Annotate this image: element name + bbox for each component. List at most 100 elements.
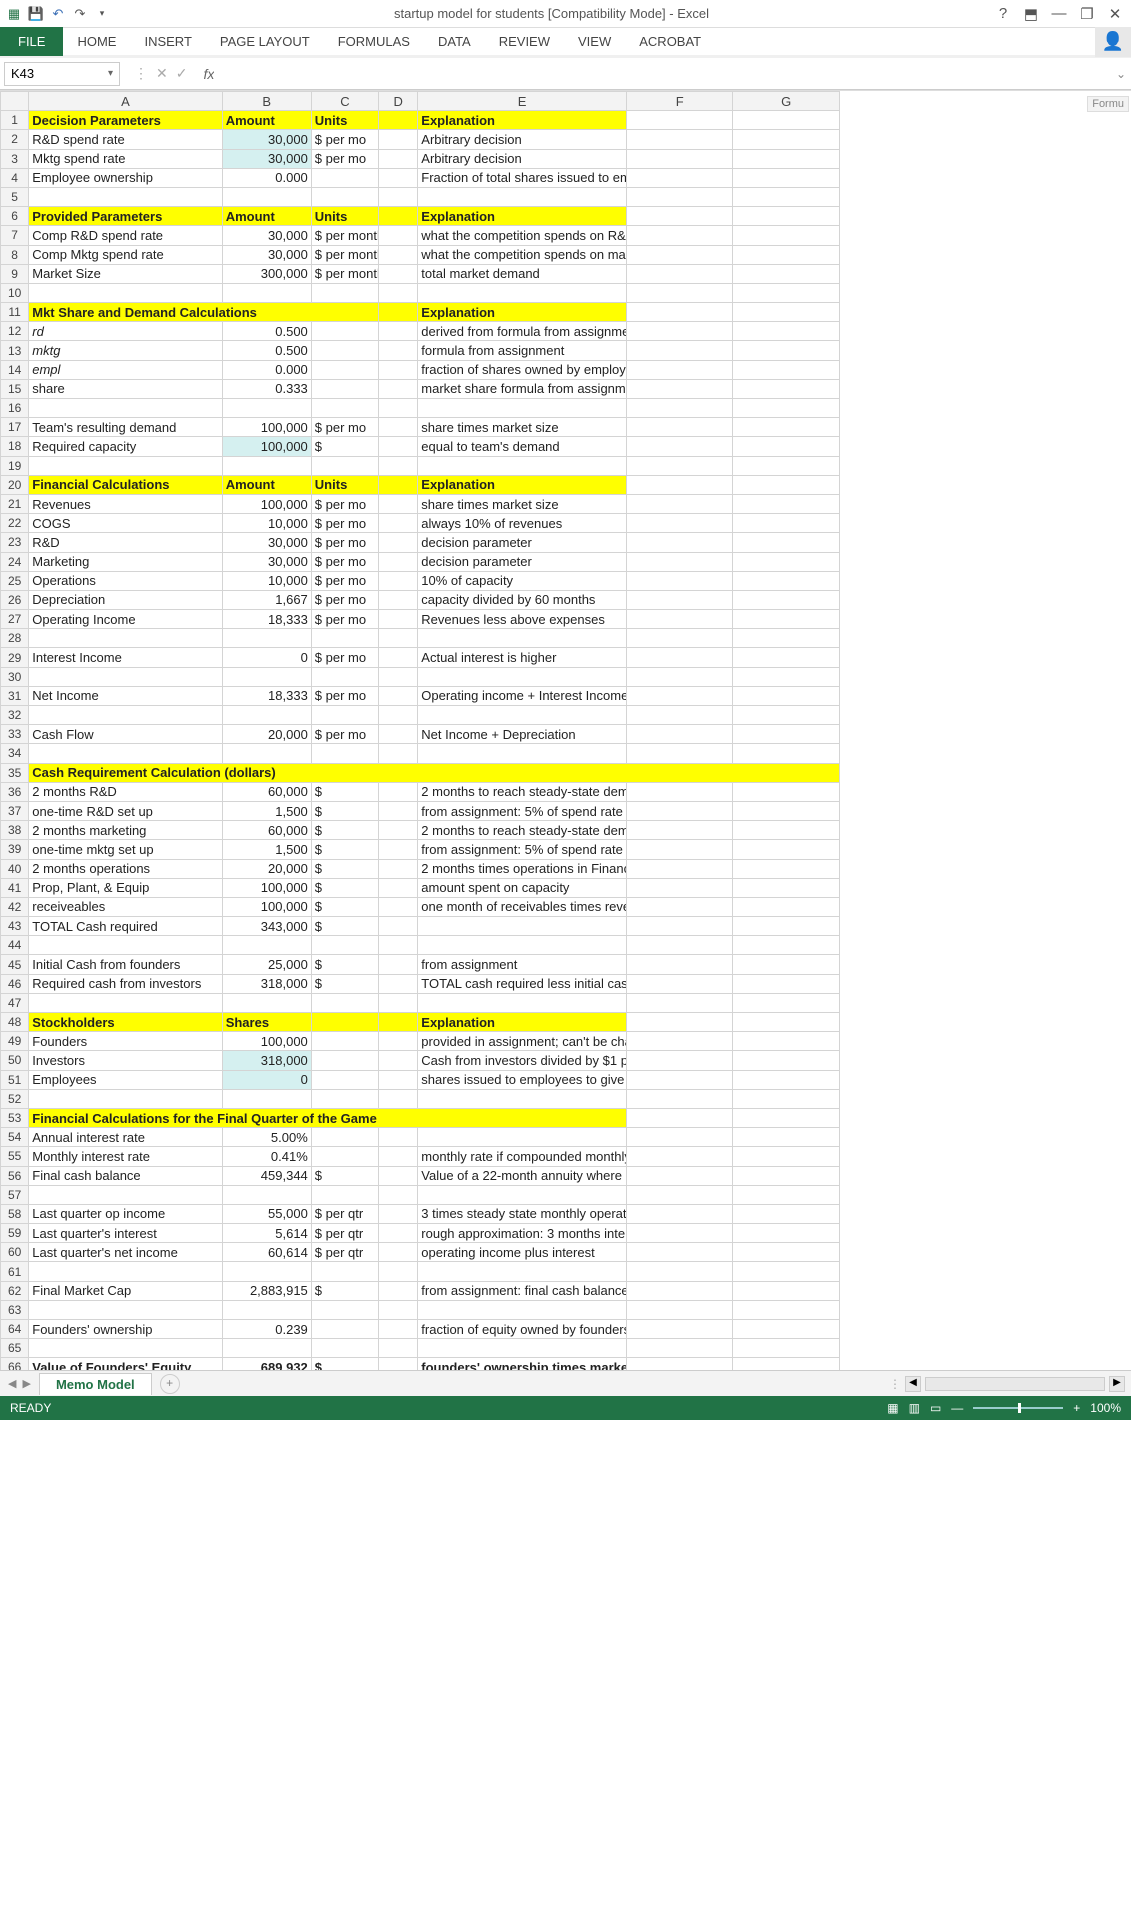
cell-E34[interactable]: [418, 744, 627, 763]
cell-C34[interactable]: [311, 744, 378, 763]
cell-F23[interactable]: [626, 533, 733, 552]
cell-E8[interactable]: what the competition spends on marketing: [418, 245, 627, 264]
cell-F28[interactable]: [626, 629, 733, 648]
cell-C22[interactable]: $ per mo: [311, 514, 378, 533]
cell-D51[interactable]: [379, 1070, 418, 1089]
cell-F10[interactable]: [626, 283, 733, 302]
cell-F64[interactable]: [626, 1320, 733, 1339]
cell-B57[interactable]: [222, 1185, 311, 1204]
cell-E20[interactable]: Explanation: [418, 475, 627, 494]
cell-B52[interactable]: [222, 1089, 311, 1108]
cell-G51[interactable]: [733, 1070, 840, 1089]
cell-D10[interactable]: [379, 283, 418, 302]
cell-F38[interactable]: [626, 821, 733, 840]
cell-B63[interactable]: [222, 1300, 311, 1319]
cell-D36[interactable]: [379, 782, 418, 801]
cell-G15[interactable]: [733, 379, 840, 398]
cell-D47[interactable]: [379, 993, 418, 1012]
minimize-icon[interactable]: —: [1047, 4, 1071, 24]
zoom-out-icon[interactable]: —: [951, 1401, 963, 1415]
cell-D61[interactable]: [379, 1262, 418, 1281]
cell-D58[interactable]: [379, 1204, 418, 1223]
cell-A17[interactable]: Team's resulting demand: [29, 418, 222, 437]
cell-G25[interactable]: [733, 571, 840, 590]
row-header-15[interactable]: 15: [1, 379, 29, 398]
row-header-22[interactable]: 22: [1, 514, 29, 533]
cell-D59[interactable]: [379, 1224, 418, 1243]
cell-C56[interactable]: $: [311, 1166, 378, 1185]
cell-G53[interactable]: [733, 1108, 840, 1127]
redo-icon[interactable]: ↷: [70, 4, 90, 24]
cell-C14[interactable]: [311, 360, 378, 379]
column-header-F[interactable]: F: [626, 92, 733, 111]
cell-F60[interactable]: [626, 1243, 733, 1262]
cell-A13[interactable]: mktg: [29, 341, 222, 360]
cell-A23[interactable]: R&D: [29, 533, 222, 552]
cell-B22[interactable]: 10,000: [222, 514, 311, 533]
cell-D4[interactable]: [379, 168, 418, 187]
cell-B46[interactable]: 318,000: [222, 974, 311, 993]
cell-D34[interactable]: [379, 744, 418, 763]
cell-C39[interactable]: $: [311, 840, 378, 859]
cell-E2[interactable]: Arbitrary decision: [418, 130, 627, 149]
cell-A49[interactable]: Founders: [29, 1032, 222, 1051]
row-header-45[interactable]: 45: [1, 955, 29, 974]
cell-E25[interactable]: 10% of capacity: [418, 571, 627, 590]
cell-C49[interactable]: [311, 1032, 378, 1051]
row-header-20[interactable]: 20: [1, 475, 29, 494]
cell-D29[interactable]: [379, 648, 418, 667]
cell-D54[interactable]: [379, 1128, 418, 1147]
cell-A44[interactable]: [29, 936, 222, 955]
cell-F18[interactable]: [626, 437, 733, 456]
cell-E3[interactable]: Arbitrary decision: [418, 149, 627, 168]
cell-A28[interactable]: [29, 629, 222, 648]
ribbon-tab-page-layout[interactable]: PAGE LAYOUT: [206, 28, 324, 55]
cell-D7[interactable]: [379, 226, 418, 245]
cell-C60[interactable]: $ per qtr: [311, 1243, 378, 1262]
cell-G49[interactable]: [733, 1032, 840, 1051]
cell-F59[interactable]: [626, 1224, 733, 1243]
cell-G11[interactable]: [733, 303, 840, 322]
cell-G18[interactable]: [733, 437, 840, 456]
cell-F63[interactable]: [626, 1300, 733, 1319]
cell-C4[interactable]: [311, 168, 378, 187]
cell-G60[interactable]: [733, 1243, 840, 1262]
cell-C44[interactable]: [311, 936, 378, 955]
cell-B9[interactable]: 300,000: [222, 264, 311, 283]
cell-F20[interactable]: [626, 475, 733, 494]
spreadsheet-grid[interactable]: ABCDEFG1Decision ParametersAmountUnitsEx…: [0, 90, 1131, 1370]
row-header-52[interactable]: 52: [1, 1089, 29, 1108]
row-header-40[interactable]: 40: [1, 859, 29, 878]
cell-F17[interactable]: [626, 418, 733, 437]
row-header-10[interactable]: 10: [1, 283, 29, 302]
cell-C20[interactable]: Units: [311, 475, 378, 494]
cell-D33[interactable]: [379, 725, 418, 744]
row-header-44[interactable]: 44: [1, 936, 29, 955]
cell-A37[interactable]: one-time R&D set up: [29, 801, 222, 820]
expand-formula-bar-icon[interactable]: ⌄: [1111, 67, 1131, 81]
undo-icon[interactable]: ↶: [48, 4, 68, 24]
split-handle-icon[interactable]: ⋮: [889, 1377, 901, 1391]
cell-E42[interactable]: one month of receivables times revenues …: [418, 897, 627, 916]
cell-G16[interactable]: [733, 399, 840, 418]
cell-C41[interactable]: $: [311, 878, 378, 897]
cell-E58[interactable]: 3 times steady state monthly operating i…: [418, 1204, 627, 1223]
cell-B15[interactable]: 0.333: [222, 379, 311, 398]
cell-F14[interactable]: [626, 360, 733, 379]
zoom-in-icon[interactable]: +: [1073, 1401, 1080, 1415]
cell-B40[interactable]: 20,000: [222, 859, 311, 878]
cell-C26[interactable]: $ per mo: [311, 590, 378, 609]
column-header-B[interactable]: B: [222, 92, 311, 111]
cell-D44[interactable]: [379, 936, 418, 955]
cell-E47[interactable]: [418, 993, 627, 1012]
row-header-51[interactable]: 51: [1, 1070, 29, 1089]
row-header-1[interactable]: 1: [1, 111, 29, 130]
cell-E40[interactable]: 2 months times operations in Financial C…: [418, 859, 627, 878]
cell-B33[interactable]: 20,000: [222, 725, 311, 744]
cell-C59[interactable]: $ per qtr: [311, 1224, 378, 1243]
cell-B14[interactable]: 0.000: [222, 360, 311, 379]
cell-G12[interactable]: [733, 322, 840, 341]
cell-C19[interactable]: [311, 456, 378, 475]
cell-E4[interactable]: Fraction of total shares issued to emplo…: [418, 168, 627, 187]
cell-C17[interactable]: $ per mo: [311, 418, 378, 437]
